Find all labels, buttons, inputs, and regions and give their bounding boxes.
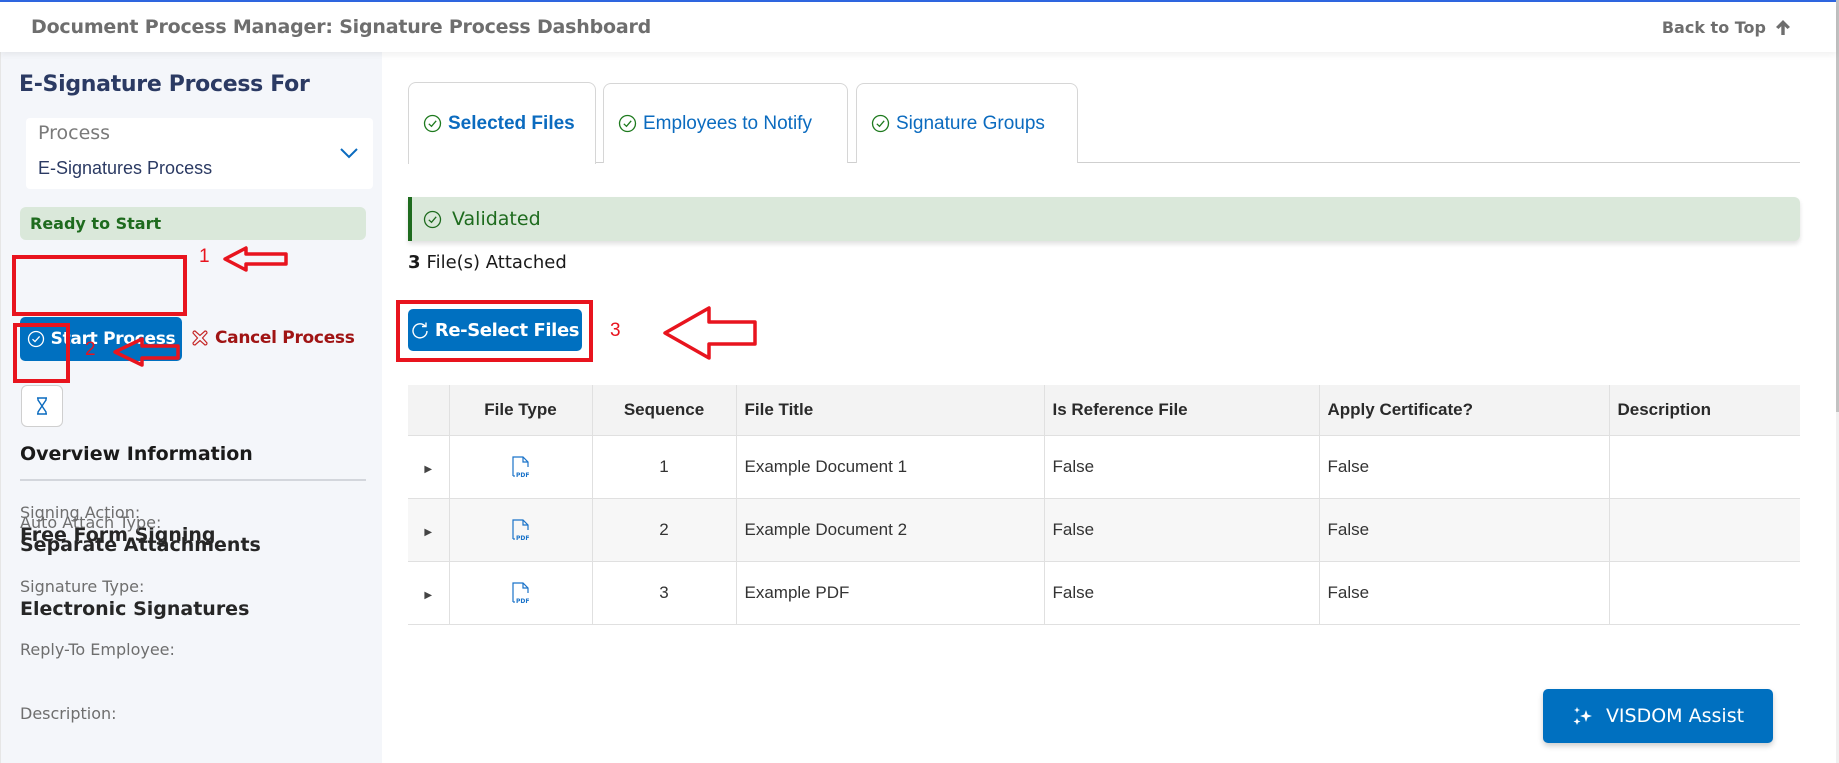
validation-text: Validated: [452, 208, 541, 230]
table-row[interactable]: ▶ PDF 2 Example Document 2 False False: [408, 498, 1800, 562]
chevron-down-icon: [340, 148, 358, 159]
column-header-description[interactable]: Description: [1609, 385, 1800, 436]
check-circle-icon: [423, 114, 442, 133]
page-title: Document Process Manager: Signature Proc…: [31, 16, 652, 38]
check-circle-icon: [618, 114, 637, 133]
annotation-arrow-2: [113, 337, 180, 367]
back-to-top-label: Back to Top: [1661, 17, 1766, 37]
cancel-process-label: Cancel Process: [215, 328, 355, 348]
cell-description: [1609, 435, 1800, 499]
pdf-file-icon: PDF: [511, 581, 529, 605]
column-header-file-title[interactable]: File Title: [736, 385, 1045, 436]
annotation-arrow-3: [663, 306, 757, 360]
visdom-assist-button[interactable]: VISDOM Assist: [1543, 689, 1773, 743]
expand-row-icon[interactable]: ▶: [424, 590, 432, 601]
tab-label: Employees to Notify: [643, 112, 812, 134]
cell-sequence: 2: [592, 498, 737, 562]
history-button[interactable]: [21, 385, 63, 427]
overview-divider: [20, 479, 366, 481]
pdf-file-icon: PDF: [511, 518, 529, 542]
column-header-is-reference-file[interactable]: Is Reference File: [1044, 385, 1320, 436]
sidebar-title: E-Signature Process For: [19, 72, 310, 97]
close-icon: [192, 330, 208, 346]
back-to-top-link[interactable]: Back to Top: [1662, 18, 1792, 37]
overview-label: Reply-To Employee:: [20, 640, 175, 659]
visdom-assist-label: VISDOM Assist: [1605, 705, 1745, 727]
overview-value: Separate Attachments: [20, 534, 261, 556]
overview-auto-attach-type: Auto Attach Type: Separate Attachments: [20, 513, 261, 556]
cancel-process-button[interactable]: Cancel Process: [190, 328, 355, 348]
cell-description: [1609, 561, 1800, 625]
files-attached-label: File(s) Attached: [426, 252, 567, 273]
tab-signature-groups[interactable]: Signature Groups: [856, 83, 1078, 163]
tab-selected-files[interactable]: Selected Files: [408, 82, 596, 164]
validation-banner: Validated: [408, 197, 1800, 241]
overview-value: Electronic Signatures: [20, 598, 250, 620]
annotation-number-1: 1: [199, 246, 210, 267]
annotation-number-2: 2: [85, 339, 96, 360]
cell-apply-certificate: False: [1319, 561, 1610, 625]
page-header: Document Process Manager: Signature Proc…: [0, 2, 1836, 52]
check-circle-icon: [871, 114, 890, 133]
cell-is-reference: False: [1044, 435, 1320, 499]
column-header-expand: [408, 385, 450, 436]
tab-label: Selected Files: [448, 112, 575, 134]
process-select-value: E-Signatures Process: [38, 158, 213, 178]
cell-sequence: 3: [592, 561, 737, 625]
overview-label: Auto Attach Type:: [20, 513, 162, 532]
expand-row-icon[interactable]: ▶: [424, 464, 432, 475]
process-select[interactable]: Process E-Signatures Process: [26, 118, 373, 189]
files-count: 3: [408, 252, 421, 273]
reselect-files-label: Re-Select Files: [434, 319, 580, 341]
files-attached-summary: 3 File(s) Attached: [408, 252, 567, 273]
table-row[interactable]: ▶ PDF 3 Example PDF False False: [408, 561, 1800, 625]
annotation-arrow-1: [223, 246, 288, 272]
column-header-apply-certificate[interactable]: Apply Certificate?: [1319, 385, 1610, 436]
status-badge: Ready to Start: [20, 207, 366, 240]
check-circle-icon: [27, 330, 44, 348]
annotation-number-3: 3: [610, 320, 621, 341]
reselect-files-button[interactable]: Re-Select Files: [408, 309, 582, 351]
hourglass-icon: [37, 397, 47, 415]
sparkles-icon: [1573, 707, 1592, 725]
overview-label: Description:: [20, 704, 117, 723]
column-header-file-type[interactable]: File Type: [449, 385, 593, 436]
arrow-up-icon: [1776, 20, 1790, 35]
svg-text:PDF: PDF: [516, 598, 529, 605]
overview-title: Overview Information: [20, 443, 253, 465]
tab-employees-to-notify[interactable]: Employees to Notify: [603, 83, 848, 163]
cell-sequence: 1: [592, 435, 737, 499]
cell-file-title: Example Document 1: [736, 435, 1045, 499]
tab-bar: Selected Files Employees to Notify Signa…: [408, 82, 1800, 164]
overview-signature-type: Signature Type: Electronic Signatures: [20, 577, 249, 620]
cell-apply-certificate: False: [1319, 498, 1610, 562]
svg-text:PDF: PDF: [516, 535, 529, 542]
table-header-row: File Type Sequence File Title Is Referen…: [408, 385, 1800, 436]
cell-file-title: Example PDF: [736, 561, 1045, 625]
cell-is-reference: False: [1044, 561, 1320, 625]
svg-text:PDF: PDF: [516, 472, 529, 479]
check-circle-icon: [423, 210, 442, 228]
overview-description: Description:: [20, 704, 117, 725]
overview-label: Signature Type:: [20, 577, 145, 596]
column-header-sequence[interactable]: Sequence: [592, 385, 737, 436]
pdf-file-icon: PDF: [511, 455, 529, 479]
tab-label: Signature Groups: [896, 112, 1045, 134]
table-row[interactable]: ▶ PDF 1 Example Document 1 False False: [408, 435, 1800, 499]
cell-description: [1609, 498, 1800, 562]
cell-file-title: Example Document 2: [736, 498, 1045, 562]
cell-apply-certificate: False: [1319, 435, 1610, 499]
process-select-label: Process: [38, 122, 111, 144]
cell-is-reference: False: [1044, 498, 1320, 562]
expand-row-icon[interactable]: ▶: [424, 527, 432, 538]
refresh-icon: [412, 322, 428, 339]
overview-reply-to-employee: Reply-To Employee:: [20, 640, 175, 661]
files-table: File Type Sequence File Title Is Referen…: [408, 385, 1800, 625]
sidebar: E-Signature Process For Process E-Signat…: [0, 52, 382, 763]
